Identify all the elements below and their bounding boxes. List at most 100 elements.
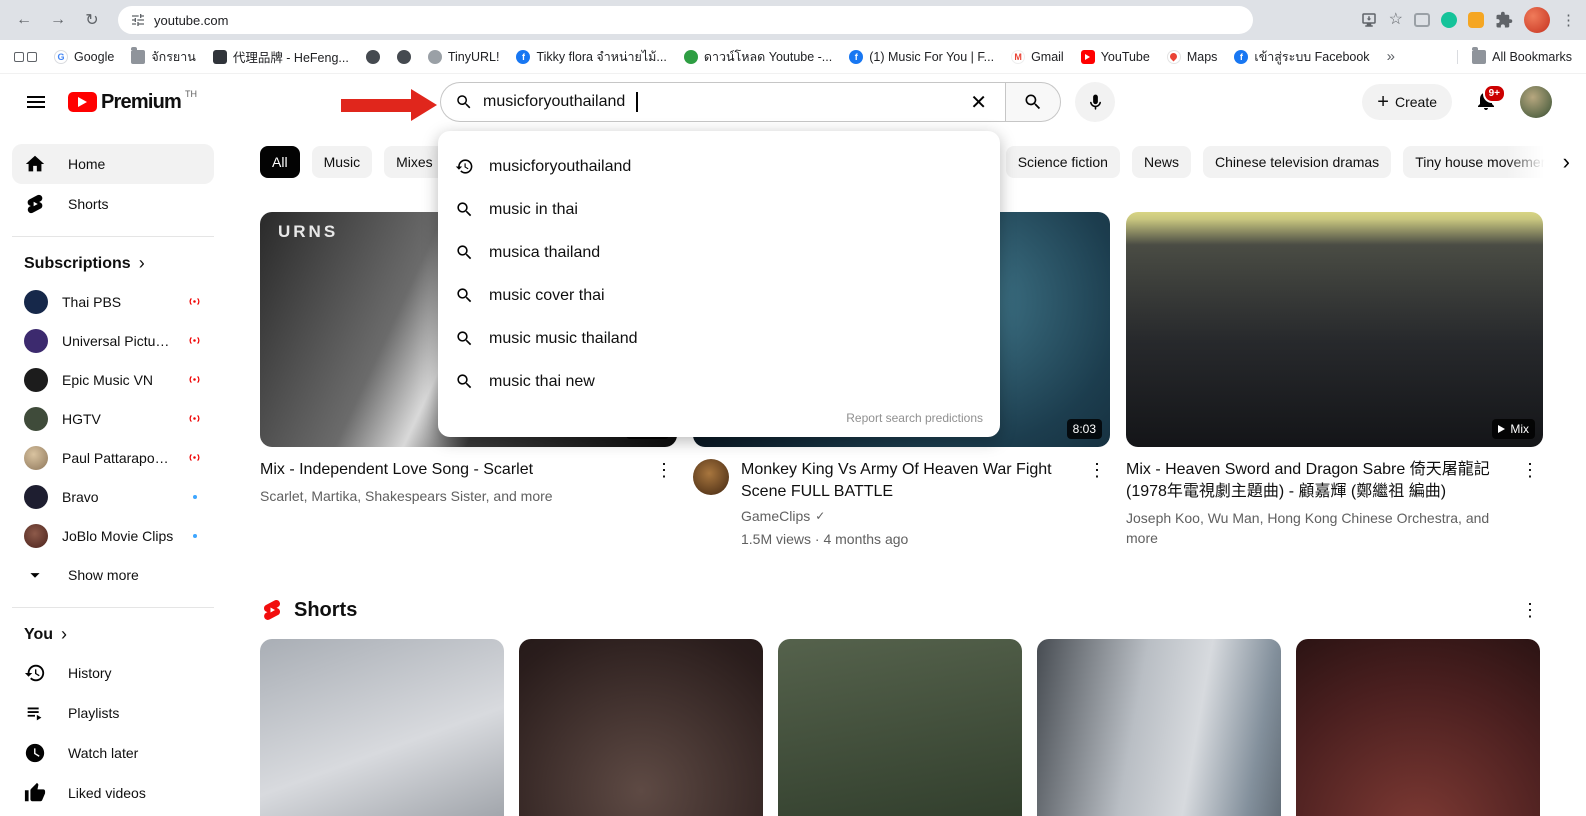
sidebar-item-home[interactable]: Home [12, 144, 214, 184]
create-button[interactable]: + Create [1362, 84, 1452, 120]
bookmark-facebook-login[interactable]: เข้าสู่ระบบ Facebook [1234, 47, 1369, 67]
all-bookmarks-button[interactable]: All Bookmarks [1457, 50, 1572, 64]
live-badge-icon [187, 372, 202, 387]
bookmark-folder[interactable]: จักรยาน [131, 47, 196, 67]
sidebar-show-more[interactable]: Show more [12, 555, 214, 595]
suggestion-item[interactable]: musica thailand [438, 231, 1000, 274]
suggestion-item[interactable]: music thai new [438, 360, 1000, 403]
channel-avatar [24, 407, 48, 431]
video-menu-icon[interactable]: ⋮ [1084, 459, 1110, 549]
inactive-extension-icon[interactable] [1414, 13, 1430, 27]
bookmark-label: จักรยาน [151, 47, 196, 67]
sidebar-item-history[interactable]: History [12, 653, 214, 693]
video-menu-icon[interactable]: ⋮ [1517, 459, 1543, 548]
suggestion-text: music in thai [489, 201, 578, 219]
sidebar-item-playlists[interactable]: Playlists [12, 693, 214, 733]
chip-music[interactable]: Music [312, 146, 373, 178]
chip-all[interactable]: All [260, 146, 300, 178]
sidebar-channel-thai-pbs[interactable]: Thai PBS [12, 282, 214, 321]
video-title[interactable]: Monkey King Vs Army Of Heaven War Fight … [741, 459, 1072, 503]
sidebar-channel-universal[interactable]: Universal Picture... [12, 321, 214, 360]
url-bar[interactable]: youtube.com [118, 6, 1253, 34]
short-thumbnail[interactable] [1037, 639, 1281, 816]
sidebar-item-liked-videos[interactable]: Liked videos [12, 773, 214, 813]
video-title[interactable]: Mix - Independent Love Song - Scarlet [260, 459, 639, 481]
new-content-dot [193, 534, 197, 538]
channel-name: Universal Picture... [62, 333, 173, 349]
search-input[interactable]: musicforyouthailand ✕ [440, 82, 1005, 122]
shorts-shelf-title: Shorts [294, 599, 357, 622]
video-menu-icon[interactable]: ⋮ [651, 459, 677, 506]
sidebar-channel-bravo[interactable]: Bravo [12, 477, 214, 516]
video-byline[interactable]: Joseph Koo, Wu Man, Hong Kong Chinese Or… [1126, 508, 1505, 548]
suggestion-item[interactable]: music in thai [438, 188, 1000, 231]
video-byline[interactable]: Scarlet, Martika, Shakespears Sister, an… [260, 486, 639, 506]
chip-mixes[interactable]: Mixes [384, 146, 445, 178]
orange-extension-icon[interactable] [1468, 12, 1484, 28]
shorts-shelf-menu-icon[interactable]: ⋮ [1517, 599, 1543, 621]
green-extension-icon[interactable] [1441, 12, 1457, 28]
suggestion-item[interactable]: music music thailand [438, 317, 1000, 360]
suggestion-text: music music thailand [489, 330, 638, 348]
browser-reload-button[interactable]: ↻ [78, 6, 106, 34]
sidebar-item-shorts[interactable]: Shorts [12, 184, 214, 224]
browser-back-button[interactable]: ← [10, 6, 38, 34]
bookmark-icon-only-1[interactable] [366, 50, 380, 64]
short-thumbnail[interactable] [519, 639, 763, 816]
chips-scroll-right-icon[interactable]: › [1563, 149, 1576, 175]
sidebar-channel-paul-pattarapon[interactable]: Paul Pattarapon ... [12, 438, 214, 477]
folder-icon [131, 50, 145, 64]
short-thumbnail[interactable] [778, 639, 1022, 816]
bookmark-hefeng[interactable]: 代理品牌 - HeFeng... [213, 47, 349, 66]
playlist-play-icon [1498, 425, 1505, 433]
sidebar-channel-epic-music-vn[interactable]: Epic Music VN [12, 360, 214, 399]
bookmark-music-for-you[interactable]: (1) Music For You | F... [849, 50, 994, 64]
bookmark-youtube[interactable]: YouTube [1081, 50, 1150, 64]
bookmark-star-icon[interactable]: ☆ [1389, 12, 1403, 28]
notifications-button[interactable]: 9+ [1474, 88, 1498, 117]
search-icon [455, 286, 474, 305]
chip-science-fiction[interactable]: Science fiction [1006, 146, 1120, 178]
account-avatar[interactable] [1520, 86, 1552, 118]
channel-avatar [24, 290, 48, 314]
chip-news[interactable]: News [1132, 146, 1191, 178]
site-info-icon[interactable] [130, 12, 146, 28]
hamburger-menu-icon[interactable] [16, 82, 56, 122]
shorts-logo-icon [260, 597, 284, 623]
suggestion-item[interactable]: music cover thai [438, 274, 1000, 317]
install-icon[interactable] [1360, 11, 1378, 29]
sidebar-channel-joblo[interactable]: JoBlo Movie Clips [12, 516, 214, 555]
clear-search-icon[interactable]: ✕ [966, 90, 991, 115]
you-header[interactable]: You › [12, 620, 214, 653]
bookmarks-overflow-icon[interactable]: » [1387, 48, 1395, 65]
subscriptions-header[interactable]: Subscriptions › [12, 249, 214, 282]
bookmark-youtube-download[interactable]: ดาวน์โหลด Youtube -... [684, 47, 832, 67]
video-thumbnail[interactable]: Mix [1126, 212, 1543, 447]
bookmark-tinyurl[interactable]: TinyURL! [428, 50, 500, 64]
bookmark-google[interactable]: Google [54, 50, 114, 64]
shorts-icon [24, 193, 46, 215]
search-button[interactable] [1005, 82, 1061, 122]
video-channel[interactable]: GameClips ✓ [741, 508, 1072, 524]
youtube-premium-logo[interactable]: Premium TH [68, 91, 197, 114]
bookmark-maps[interactable]: Maps [1167, 50, 1218, 64]
browser-profile-avatar[interactable] [1524, 7, 1550, 33]
short-thumbnail[interactable] [260, 639, 504, 816]
voice-search-button[interactable] [1075, 82, 1115, 122]
extensions-puzzle-icon[interactable] [1495, 11, 1513, 29]
bookmark-gmail[interactable]: Gmail [1011, 50, 1064, 64]
video-title[interactable]: Mix - Heaven Sword and Dragon Sabre 倚天屠龍… [1126, 459, 1505, 503]
report-search-predictions-link[interactable]: Report search predictions [438, 403, 1000, 433]
browser-menu-icon[interactable]: ⋮ [1561, 13, 1576, 28]
channel-avatar[interactable] [693, 459, 729, 495]
short-thumbnail[interactable] [1296, 639, 1540, 816]
search-icon [455, 243, 474, 262]
bookmark-tikky-flora[interactable]: Tikky flora จำหน่ายไม้... [516, 47, 666, 67]
sidebar-item-watch-later[interactable]: Watch later [12, 733, 214, 773]
suggestion-item[interactable]: musicforyouthailand [438, 145, 1000, 188]
browser-forward-button[interactable]: → [44, 6, 72, 34]
chip-chinese-tv-dramas[interactable]: Chinese television dramas [1203, 146, 1391, 178]
apps-grid-icon[interactable] [14, 52, 37, 62]
bookmark-icon-only-2[interactable] [397, 50, 411, 64]
sidebar-channel-hgtv[interactable]: HGTV [12, 399, 214, 438]
